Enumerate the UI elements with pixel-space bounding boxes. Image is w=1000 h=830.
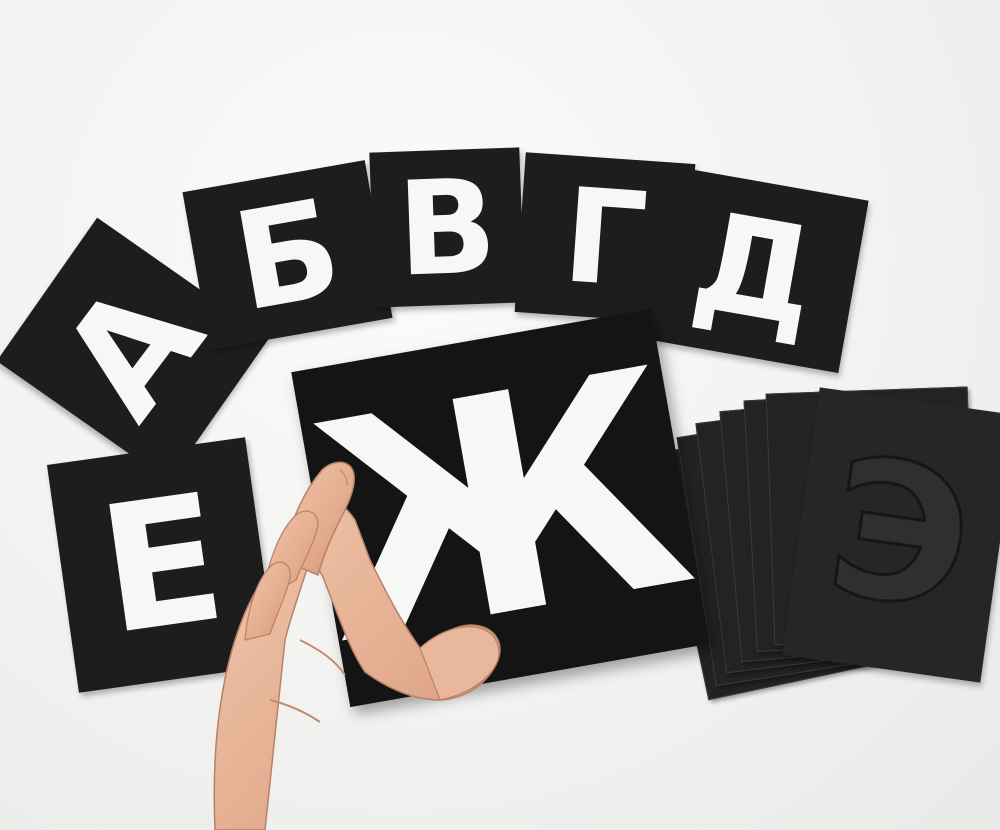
stencil-card-ye: Е bbox=[46, 437, 278, 693]
stencil-card-be: Б bbox=[182, 160, 393, 350]
stencil-stack: Э bbox=[656, 380, 1000, 701]
photo-scene: А Б В Г Д Е Э Ж bbox=[0, 0, 1000, 830]
stencil-letter-stack-top: Э bbox=[814, 414, 986, 655]
stencil-letter-ge: Г bbox=[558, 159, 652, 317]
stencil-card-ve: В bbox=[369, 147, 525, 308]
stencil-letter-ve: В bbox=[394, 149, 500, 306]
stencil-letter-zhe: Ж bbox=[289, 303, 712, 712]
stencil-card-zhe: Ж bbox=[289, 303, 712, 712]
stencil-letter-ye: Е bbox=[88, 456, 236, 674]
stencil-card-de: Д bbox=[641, 165, 869, 374]
stencil-letter-de: Д bbox=[682, 181, 828, 358]
stencil-letter-be: Б bbox=[223, 168, 352, 342]
stencil-card-stack-top: Э bbox=[782, 387, 1000, 683]
